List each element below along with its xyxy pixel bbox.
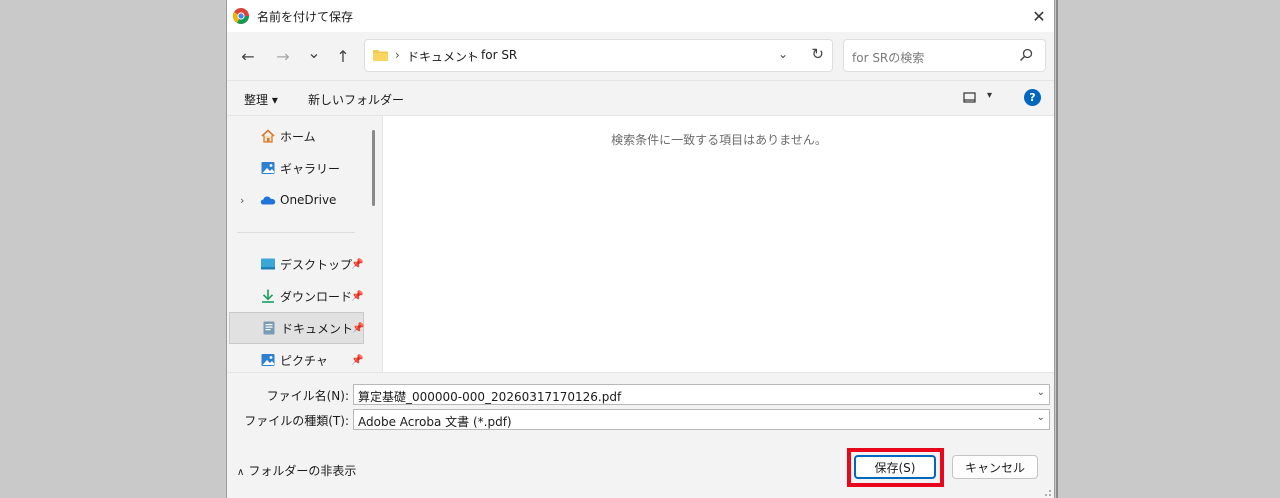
forward-button[interactable]: → — [272, 46, 294, 66]
onedrive-icon — [260, 192, 276, 208]
sidebar-item-pictures[interactable]: ピクチャ 📌 — [227, 345, 364, 375]
sidebar-item-downloads[interactable]: ダウンロード 📌 — [227, 281, 364, 311]
chevron-down-icon[interactable]: ⌄ — [1037, 412, 1045, 423]
background-left — [0, 0, 226, 498]
window-title: 名前を付けて保存 — [257, 10, 354, 24]
sidebar-item-label: ピクチャ — [280, 353, 328, 368]
download-icon — [260, 288, 276, 304]
filename-field[interactable]: 算定基礎_000000-000_20260317170126.pdf ⌄ — [353, 384, 1050, 405]
forward-arrow-icon: → — [276, 46, 290, 66]
navigation-scrollbar[interactable] — [372, 130, 375, 206]
recent-locations-button[interactable]: ⌄ — [303, 42, 325, 62]
chevron-down-icon: ⌄ — [307, 42, 321, 62]
expand-chevron-icon[interactable]: › — [240, 194, 244, 207]
pictures-icon — [260, 352, 276, 368]
command-bar: 整理 ▾ 新しいフォルダー ▾ ? — [227, 81, 1054, 116]
breadcrumb-for-sr[interactable]: for SR — [481, 48, 517, 62]
layout-icon — [963, 92, 976, 103]
sidebar-item-onedrive[interactable]: › OneDrive — [227, 185, 364, 215]
back-button[interactable]: ← — [237, 46, 259, 66]
search-box[interactable]: for SRの検索 — [843, 39, 1046, 72]
cancel-button[interactable]: キャンセル — [952, 455, 1038, 479]
background-edge — [1056, 0, 1058, 498]
filetype-value: Adobe Acroba 文書 (*.pdf) — [358, 415, 512, 429]
navigation-pane: ホーム ギャラリー › OneDrive デスクトップ 📌 ダウンロード 📌 ド… — [227, 116, 382, 372]
pin-icon[interactable]: 📌 — [351, 355, 363, 366]
close-icon: ✕ — [1032, 6, 1046, 26]
sidebar-item-gallery[interactable]: ギャラリー — [227, 153, 364, 183]
breadcrumb-separator: › — [468, 48, 473, 62]
save-form: ファイル名(N): 算定基礎_000000-000_20260317170126… — [227, 372, 1054, 498]
resize-grip-icon[interactable] — [1042, 487, 1052, 497]
organize-button[interactable]: 整理 ▾ — [244, 91, 278, 108]
title-bar: 名前を付けて保存 ✕ — [227, 0, 1054, 32]
up-button[interactable]: ↑ — [332, 46, 354, 66]
gallery-icon — [260, 160, 276, 176]
home-icon — [260, 128, 276, 144]
sidebar-item-label: ダウンロード — [280, 289, 353, 304]
search-icon — [1019, 48, 1033, 62]
new-folder-button[interactable]: 新しいフォルダー — [308, 91, 404, 108]
sidebar-item-label: OneDrive — [280, 193, 337, 207]
hide-folders-label: フォルダーの非表示 — [248, 464, 357, 478]
navigation-bar: ← → ⌄ ↑ › ドキュメント › for SR ⌄ ↻ for SRの検索 — [227, 32, 1054, 81]
chevron-down-icon[interactable]: ⌄ — [1037, 387, 1045, 398]
sidebar-item-label: ギャラリー — [280, 161, 341, 176]
empty-message: 検索条件に一致する項目はありません。 — [611, 133, 827, 147]
filetype-select[interactable]: Adobe Acroba 文書 (*.pdf) ⌄ — [353, 409, 1050, 430]
search-input[interactable]: for SRの検索 — [852, 49, 924, 66]
close-button[interactable]: ✕ — [1024, 0, 1054, 32]
sidebar-item-label: ホーム — [280, 129, 316, 144]
sidebar-item-label: デスクトップ — [280, 257, 353, 272]
address-dropdown-icon[interactable]: ⌄ — [778, 47, 788, 61]
help-label: ? — [1029, 91, 1036, 104]
filetype-label: ファイルの種類(T): — [244, 414, 349, 428]
document-icon — [261, 320, 277, 336]
view-dropdown-icon: ▾ — [987, 90, 993, 101]
breadcrumb-separator: › — [395, 48, 400, 62]
sidebar-item-label: ドキュメント — [281, 321, 354, 336]
file-list[interactable]: 検索条件に一致する項目はありません。 — [382, 116, 1054, 372]
sidebar-item-documents[interactable]: ドキュメント 📌 — [229, 312, 364, 344]
save-as-dialog: 名前を付けて保存 ✕ ← → ⌄ ↑ › ドキュメント › for SR ⌄ ↻… — [226, 0, 1055, 498]
address-bar[interactable]: › ドキュメント › for SR ⌄ ↻ — [364, 39, 833, 72]
filename-label: ファイル名(N): — [266, 389, 349, 403]
save-button[interactable]: 保存(S) — [854, 455, 936, 479]
sidebar-item-desktop[interactable]: デスクトップ 📌 — [227, 249, 364, 279]
desktop-icon — [260, 256, 276, 272]
chevron-up-icon: ∧ — [237, 467, 245, 478]
pin-icon[interactable]: 📌 — [352, 323, 364, 334]
view-options-button[interactable]: ▾ — [963, 90, 999, 106]
back-arrow-icon: ← — [241, 46, 255, 66]
pin-icon[interactable]: 📌 — [351, 259, 363, 270]
filename-value: 算定基礎_000000-000_20260317170126.pdf — [358, 390, 622, 404]
sidebar-item-home[interactable]: ホーム — [227, 121, 364, 151]
help-icon[interactable]: ? — [1024, 89, 1041, 106]
background-right — [1056, 0, 1280, 498]
sidebar-divider — [237, 232, 355, 233]
hide-folders-button[interactable]: ∧ フォルダーの非表示 — [237, 462, 356, 479]
folder-icon — [373, 50, 388, 61]
refresh-icon[interactable]: ↻ — [811, 45, 824, 63]
up-arrow-icon: ↑ — [336, 46, 350, 66]
chrome-icon — [233, 8, 249, 24]
pin-icon[interactable]: 📌 — [351, 291, 363, 302]
